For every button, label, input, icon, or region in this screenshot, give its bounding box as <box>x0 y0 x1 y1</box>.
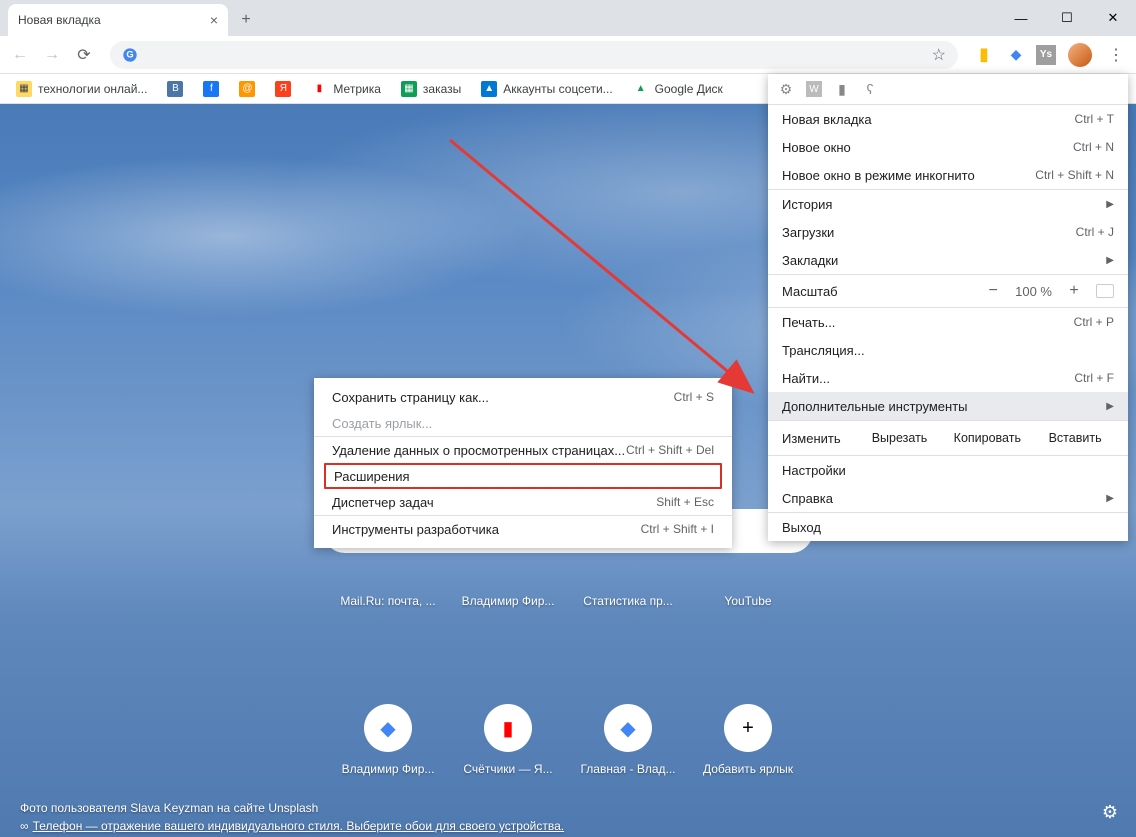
menu-bookmarks[interactable]: Закладки▶ <box>768 246 1128 274</box>
ext-lasso-icon[interactable]: ʕ <box>862 81 878 97</box>
menu-settings[interactable]: Настройки <box>768 456 1128 484</box>
menu-help[interactable]: Справка▶ <box>768 484 1128 512</box>
chrome-menu-button[interactable]: ⋮ <box>1102 41 1130 69</box>
bookmark-item[interactable]: В <box>159 78 191 100</box>
infinity-icon: ∞ <box>20 819 29 833</box>
submenu-developer-tools[interactable]: Инструменты разработчикаCtrl + Shift + I <box>314 516 732 542</box>
chevron-right-icon: ▶ <box>1106 255 1114 266</box>
ext-w-icon[interactable]: W <box>806 81 822 97</box>
bookmark-item[interactable]: ▲Аккаунты соцсети... <box>473 78 620 100</box>
shortcut-item[interactable]: ▮Счётчики — Я... <box>458 704 558 776</box>
submenu-task-manager[interactable]: Диспетчер задачShift + Esc <box>314 489 732 515</box>
menu-cast[interactable]: Трансляция... <box>768 336 1128 364</box>
close-window-button[interactable]: ✕ <box>1090 0 1136 36</box>
menu-print[interactable]: Печать...Ctrl + P <box>768 308 1128 336</box>
shortcut-item[interactable]: Владимир Фир... <box>458 594 558 608</box>
menu-incognito[interactable]: Новое окно в режиме инкогнитоCtrl + Shif… <box>768 161 1128 189</box>
chevron-right-icon: ▶ <box>1106 199 1114 210</box>
menu-exit[interactable]: Выход <box>768 513 1128 541</box>
fullscreen-button[interactable] <box>1096 284 1114 298</box>
menu-extension-icons: ⚙ W ▮ ʕ <box>768 74 1128 104</box>
chevron-right-icon: ▶ <box>1106 493 1114 504</box>
menu-zoom: Масштаб − 100 % + <box>768 275 1128 307</box>
cut-button[interactable]: Вырезать <box>861 431 939 445</box>
photo-attribution: Фото пользователя Slava Keyzman на сайте… <box>20 801 318 815</box>
bookmark-item[interactable]: ▦технологии онлай... <box>8 78 155 100</box>
footer-promo-link[interactable]: ∞ Телефон — отражение вашего индивидуаль… <box>20 819 564 833</box>
shortcut-item[interactable]: YouTube <box>698 594 798 608</box>
extension-icon-1[interactable]: ▮ <box>972 43 996 67</box>
bookmark-item[interactable]: f <box>195 78 227 100</box>
back-button[interactable]: ← <box>6 41 34 69</box>
menu-more-tools[interactable]: Дополнительные инструменты▶ <box>768 392 1128 420</box>
shortcut-item[interactable]: ◆Владимир Фир... <box>338 704 438 776</box>
menu-new-tab[interactable]: Новая вкладкаCtrl + T <box>768 105 1128 133</box>
menu-new-window[interactable]: Новое окноCtrl + N <box>768 133 1128 161</box>
bookmark-item[interactable]: ▮Метрика <box>303 78 388 100</box>
submenu-save-page-as[interactable]: Сохранить страницу как...Ctrl + S <box>314 384 732 410</box>
bookmark-item[interactable]: Я <box>267 78 299 100</box>
chrome-main-menu: ⚙ W ▮ ʕ Новая вкладкаCtrl + T Новое окно… <box>768 74 1128 541</box>
paste-button[interactable]: Вставить <box>1036 431 1114 445</box>
customize-gear-icon[interactable]: ⚙ <box>1102 802 1118 823</box>
shortcut-item[interactable]: Mail.Ru: почта, ... <box>338 594 438 608</box>
browser-tab[interactable]: Новая вкладка × <box>8 4 228 36</box>
extension-icon-2[interactable]: ◆ <box>1004 43 1028 67</box>
window-controls: — ☐ ✕ <box>998 0 1136 36</box>
maximize-button[interactable]: ☐ <box>1044 0 1090 36</box>
address-bar[interactable]: G ☆ <box>110 41 958 69</box>
extension-icon-3[interactable]: Ys <box>1036 45 1056 65</box>
titlebar: Новая вкладка × + — ☐ ✕ <box>0 0 1136 36</box>
submenu-create-shortcut: Создать ярлык... <box>314 410 732 436</box>
zoom-out-button[interactable]: − <box>985 282 1001 300</box>
shortcut-item[interactable]: Статистика пр... <box>578 594 678 608</box>
submenu-clear-browsing-data[interactable]: Удаление данных о просмотренных страница… <box>314 437 732 463</box>
reload-button[interactable]: ⟳ <box>70 41 98 69</box>
toolbar: ← → ⟳ G ☆ ▮ ◆ Ys ⋮ <box>0 36 1136 74</box>
profile-avatar[interactable] <box>1068 43 1092 67</box>
zoom-in-button[interactable]: + <box>1066 282 1082 300</box>
tab-title: Новая вкладка <box>18 13 101 27</box>
add-shortcut-button[interactable]: +Добавить ярлык <box>698 704 798 776</box>
shortcuts-row: Mail.Ru: почта, ... Владимир Фир... Стат… <box>338 594 798 608</box>
chevron-right-icon: ▶ <box>1106 401 1114 412</box>
menu-find[interactable]: Найти...Ctrl + F <box>768 364 1128 392</box>
minimize-button[interactable]: — <box>998 0 1044 36</box>
shortcut-item[interactable]: ◆Главная - Влад... <box>578 704 678 776</box>
svg-text:G: G <box>126 49 133 59</box>
bookmark-item[interactable]: ▲Google Диск <box>625 78 731 100</box>
menu-downloads[interactable]: ЗагрузкиCtrl + J <box>768 218 1128 246</box>
google-favicon-icon: G <box>122 47 138 63</box>
close-tab-icon[interactable]: × <box>210 12 218 28</box>
gear-icon[interactable]: ⚙ <box>778 81 794 97</box>
bookmark-item[interactable]: ▦заказы <box>393 78 469 100</box>
new-tab-button[interactable]: + <box>232 6 260 34</box>
bookmark-star-icon[interactable]: ☆ <box>932 45 946 65</box>
copy-button[interactable]: Копировать <box>948 431 1026 445</box>
ext-square-icon[interactable]: ▮ <box>834 81 850 97</box>
menu-edit-row: Изменить Вырезать Копировать Вставить <box>768 421 1128 455</box>
more-tools-submenu: Сохранить страницу как...Ctrl + S Создат… <box>314 378 732 548</box>
bookmark-item[interactable]: @ <box>231 78 263 100</box>
shortcuts-row: ◆Владимир Фир... ▮Счётчики — Я... ◆Главн… <box>338 704 798 776</box>
menu-history[interactable]: История▶ <box>768 190 1128 218</box>
zoom-value: 100 % <box>1015 284 1052 299</box>
forward-button[interactable]: → <box>38 41 66 69</box>
submenu-extensions[interactable]: Расширения <box>324 463 722 489</box>
